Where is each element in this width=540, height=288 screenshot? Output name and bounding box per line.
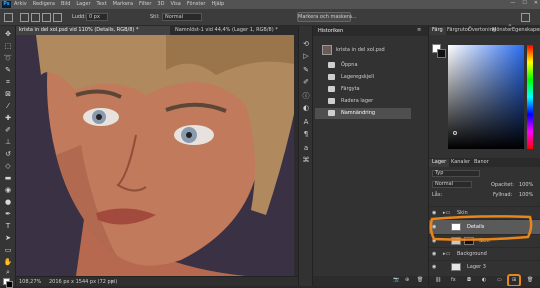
- new-layer-button-highlight: [507, 274, 521, 286]
- details-layer-highlight: [429, 215, 533, 241]
- annotation-overlay: [429, 215, 533, 286]
